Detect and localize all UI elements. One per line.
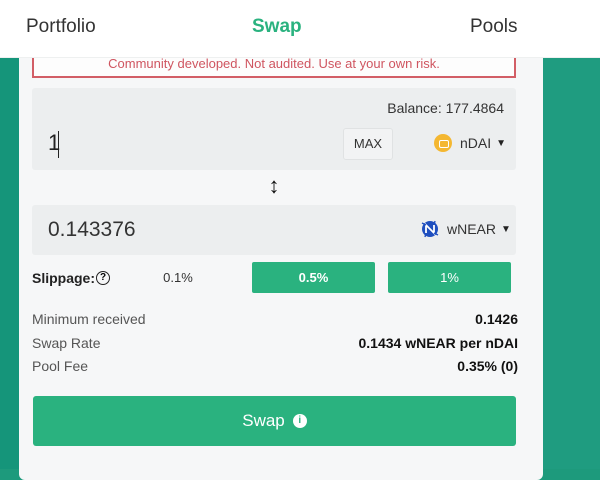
to-token-select[interactable]: wNEAR ▼: [420, 219, 511, 239]
chevron-down-icon: ▼: [496, 137, 507, 149]
detail-row-min-received: Minimum received 0.1426: [32, 311, 518, 335]
from-token-label: nDAI: [460, 135, 492, 151]
from-amount-input[interactable]: [48, 130, 248, 156]
chevron-down-icon: ▼: [501, 223, 511, 235]
detail-row-pool-fee: Pool Fee 0.35% (0): [32, 358, 518, 382]
page-background-left: [0, 0, 20, 469]
dai-token-icon: [434, 134, 452, 152]
to-amount: 0.143376: [48, 218, 136, 241]
slippage-option-1[interactable]: 1%: [388, 262, 511, 293]
page-background-right: [542, 0, 600, 469]
info-icon: i: [292, 414, 307, 428]
swap-rate-label: Swap Rate: [32, 334, 101, 351]
detail-row-swap-rate: Swap Rate 0.1434 wNEAR per nDAI: [32, 335, 518, 359]
min-received-value: 0.1426: [475, 311, 518, 327]
from-balance: Balance: 177.4864: [387, 100, 504, 116]
pool-fee-value: 0.35% (0): [457, 358, 518, 374]
slippage-option-0-1[interactable]: 0.1%: [150, 262, 206, 293]
swap-button[interactable]: Swap i: [33, 396, 516, 446]
nav-swap[interactable]: Swap: [252, 16, 302, 38]
swap-details: Minimum received 0.1426 Swap Rate 0.1434…: [32, 311, 518, 382]
text-cursor: [58, 131, 59, 158]
min-received-label: Minimum received: [32, 311, 146, 327]
slippage-label: Slippage:: [32, 270, 96, 286]
near-token-icon: [421, 220, 439, 238]
swap-button-label: Swap: [242, 411, 285, 430]
to-token-panel: 0.143376 wNEAR ▼: [32, 205, 516, 255]
max-button[interactable]: MAX: [343, 128, 393, 160]
nav-portfolio[interactable]: Portfolio: [26, 16, 96, 38]
from-token-panel: Balance: 177.4864 MAX nDAI ▼: [32, 88, 516, 170]
to-token-label: wNEAR: [447, 221, 497, 237]
swap-direction-icon[interactable]: ↕: [266, 175, 282, 199]
slippage-option-0-5[interactable]: 0.5%: [252, 262, 375, 293]
swap-rate-value: 0.1434 wNEAR per nDAI: [358, 334, 519, 351]
nav-pools[interactable]: Pools: [470, 16, 518, 38]
top-nav: Portfolio Swap Pools: [0, 0, 600, 58]
from-token-select[interactable]: nDAI ▼: [434, 134, 506, 152]
help-icon[interactable]: ?: [96, 271, 110, 285]
pool-fee-label: Pool Fee: [32, 358, 89, 374]
